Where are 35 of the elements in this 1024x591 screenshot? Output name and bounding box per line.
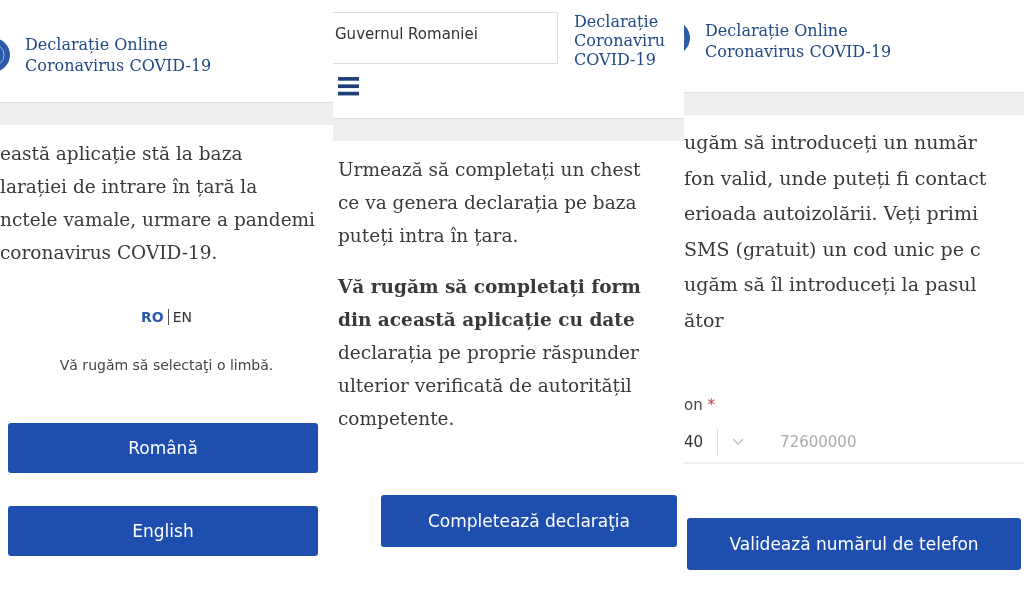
paragraph-line: Urmează să completați un chest: [338, 158, 642, 182]
paragraph-line: SMS (gratuit) un cod unic pe c: [684, 236, 982, 262]
paragraph-line: ugăm să îl introduceți la pasul: [684, 272, 978, 297]
paragraph-line: larației de intrare în țară la: [0, 175, 259, 199]
required-mark: *: [707, 396, 715, 414]
paragraph-line: declarația pe proprie răspunder: [338, 341, 640, 365]
validate-phone-button[interactable]: Validează numărul de telefon: [687, 518, 1021, 570]
paragraph-line: puteți intra în țara.: [338, 224, 520, 248]
chevron-down-icon: [732, 438, 745, 446]
paragraph-line: ător: [684, 307, 725, 333]
fill-declaration-button[interactable]: Completează declaraţia: [381, 495, 677, 547]
app-title: Declarație Coronaviru COVID-19: [574, 12, 666, 69]
paragraph-line: nctele vamale, urmare a pandemi: [0, 208, 317, 232]
paragraph-line: coronavirus COVID-19.: [0, 241, 219, 265]
app-title: Declarație Online Coronavirus COVID-19: [25, 34, 212, 76]
site-name-field[interactable]: Guvernul Romaniei: [333, 12, 558, 64]
paragraph-line: ce va genera declarația pe baza: [338, 191, 638, 215]
paragraph-line: ulterior verificată de autoritățil: [338, 374, 633, 398]
language-prompt: Vă rugăm să selectaţi o limbă.: [58, 357, 275, 373]
language-button[interactable]: Română: [8, 423, 318, 473]
paragraph-line: fon valid, unde puteți fi contact: [684, 165, 988, 191]
paragraph-line: erioada autoizolării. Veți primi: [684, 201, 979, 226]
paragraph-line: Vă rugăm să completați form: [338, 275, 642, 299]
paragraph-line: ugăm să introduceți un număr: [684, 130, 978, 155]
language-link[interactable]: RO: [141, 309, 164, 325]
field-label: on: [684, 396, 703, 414]
menu-icon[interactable]: [338, 77, 359, 96]
language-link[interactable]: EN: [172, 309, 192, 325]
paragraph-line: competente.: [338, 407, 456, 431]
paragraph-line: eastă aplicație stă la baza: [0, 142, 244, 166]
paragraph-line: din această aplicație cu date: [338, 308, 636, 332]
app-title: Declarație Online Coronavirus COVID-19: [705, 20, 892, 62]
phone-number-input[interactable]: 72600000: [778, 432, 933, 452]
country-code[interactable]: 40: [684, 433, 704, 451]
language-button[interactable]: English: [8, 506, 318, 556]
